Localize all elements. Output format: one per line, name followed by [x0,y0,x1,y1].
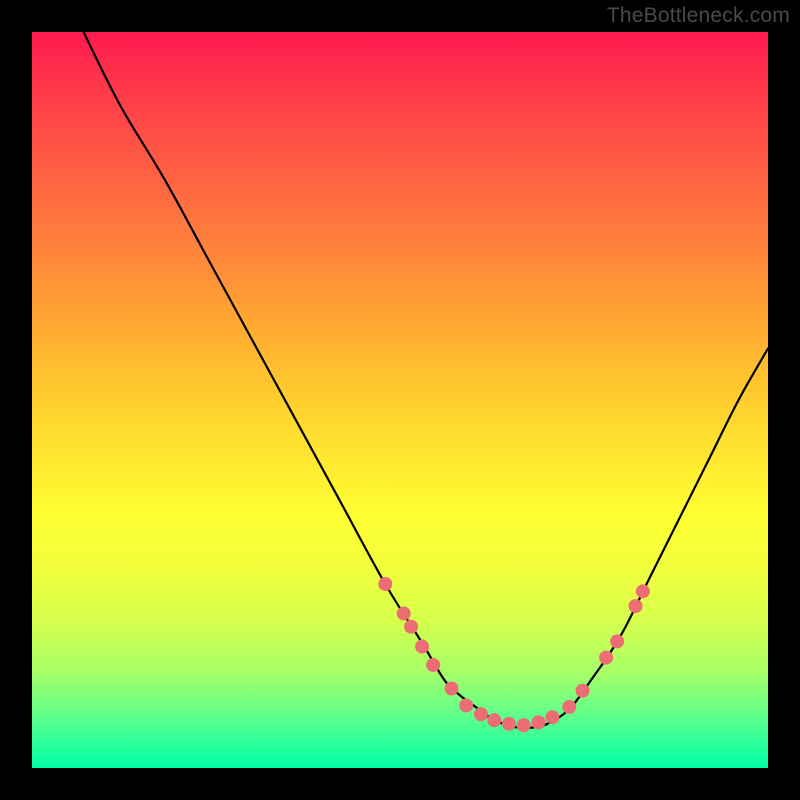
data-marker [426,658,440,672]
data-marker [610,634,624,648]
data-marker [474,707,488,721]
data-marker [576,684,590,698]
data-marker [445,682,459,696]
chart-frame: TheBottleneck.com [0,0,800,800]
data-marker [636,584,650,598]
data-marker [629,599,643,613]
data-marker [404,620,418,634]
data-marker [562,700,576,714]
data-marker [599,651,613,665]
marker-group [378,577,650,732]
data-marker [415,640,429,654]
watermark-text: TheBottleneck.com [607,4,790,28]
data-marker [545,710,559,724]
data-marker [378,577,392,591]
data-marker [517,718,531,732]
data-marker [531,715,545,729]
data-marker [487,713,501,727]
data-marker [397,606,411,620]
data-marker [459,698,473,712]
bottleneck-curve [84,32,768,728]
plot-area [32,32,768,768]
chart-svg [32,32,768,768]
data-marker [502,717,516,731]
